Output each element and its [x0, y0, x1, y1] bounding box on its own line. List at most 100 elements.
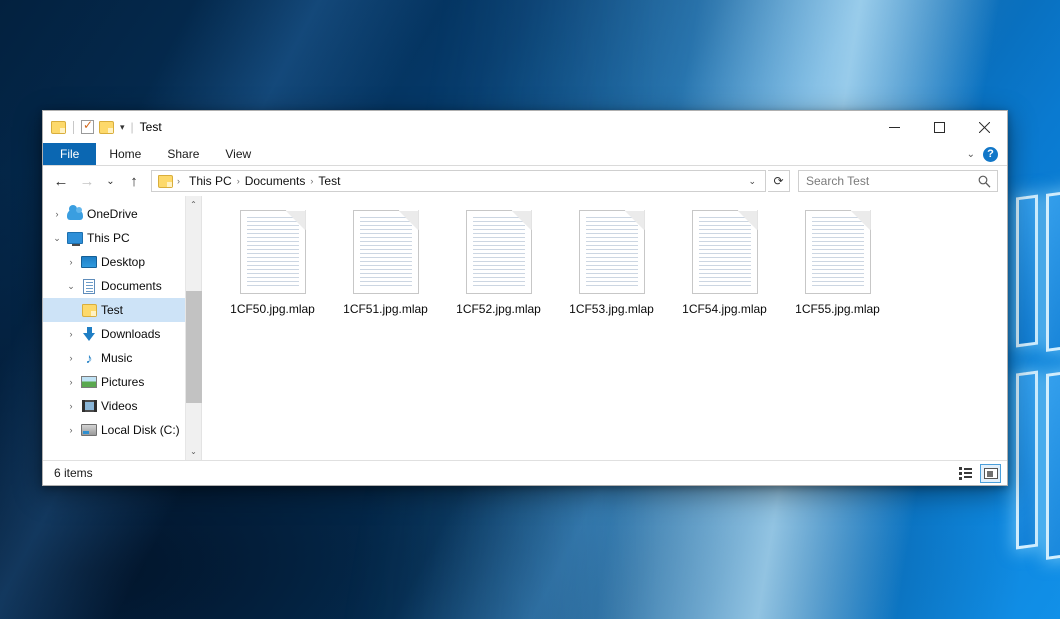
forward-button: →: [75, 169, 99, 193]
sidebar-scrollbar[interactable]: ⌃ ⌄: [185, 196, 201, 460]
file-name: 1CF52.jpg.mlap: [456, 302, 541, 316]
scrollbar-track[interactable]: [186, 213, 202, 443]
sidebar-item-label: Videos: [99, 399, 137, 413]
expand-ribbon-chevron-icon[interactable]: ⌄: [967, 149, 975, 160]
sidebar-item-label: Desktop: [99, 255, 145, 269]
sidebar-item-label: Downloads: [99, 327, 160, 341]
sidebar-item-test[interactable]: Test: [43, 298, 185, 322]
sidebar-item-label: Pictures: [99, 375, 144, 389]
breadcrumb-folder-icon: [158, 175, 173, 188]
window-body: › OneDrive ⌄ This PC › Desktop: [43, 196, 1007, 460]
windows-logo-pane-top-right: [1046, 178, 1060, 352]
expander-icon[interactable]: ›: [49, 209, 65, 219]
generic-document-icon: [805, 210, 871, 294]
large-icons-view-icon: [984, 468, 998, 479]
search-input[interactable]: [806, 174, 978, 188]
address-dropdown-chevron-icon[interactable]: ⌄: [743, 176, 761, 187]
expander-icon[interactable]: ›: [63, 329, 79, 339]
minimize-button[interactable]: [872, 111, 917, 143]
sidebar-item-label: This PC: [85, 231, 130, 245]
desktop-icon: [79, 256, 99, 268]
sidebar-item-pictures[interactable]: › Pictures: [43, 370, 185, 394]
expander-icon[interactable]: ›: [63, 353, 79, 363]
expander-icon[interactable]: ›: [63, 377, 79, 387]
desktop: ▾ | Test: [0, 0, 1060, 619]
file-grid: 1CF50.jpg.mlap 1CF51.jpg.mlap 1CF52.jpg.…: [216, 210, 1007, 316]
up-button[interactable]: ↑: [122, 169, 146, 193]
sidebar-item-this-pc[interactable]: ⌄ This PC: [43, 226, 185, 250]
toolbar-divider: [73, 121, 74, 134]
sidebar-item-downloads[interactable]: › Downloads: [43, 322, 185, 346]
breadcrumb-separator: ›: [173, 176, 184, 186]
tab-file[interactable]: File: [43, 143, 96, 165]
breadcrumb-test[interactable]: Test: [313, 174, 345, 188]
tab-share[interactable]: Share: [154, 143, 212, 165]
address-bar[interactable]: › This PC › Documents › Test ⌄: [151, 170, 766, 192]
generic-document-icon: [353, 210, 419, 294]
tab-home[interactable]: Home: [96, 143, 154, 165]
title-bar: ▾ | Test: [43, 111, 1007, 143]
disk-icon: [79, 424, 99, 436]
sidebar-item-desktop[interactable]: › Desktop: [43, 250, 185, 274]
list-item[interactable]: 1CF51.jpg.mlap: [329, 210, 442, 316]
breadcrumb-this-pc[interactable]: This PC: [184, 174, 237, 188]
expander-icon[interactable]: ›: [63, 401, 79, 411]
cloud-icon: [65, 209, 85, 220]
customize-chevron-icon[interactable]: ▾: [120, 122, 125, 133]
file-name: 1CF51.jpg.mlap: [343, 302, 428, 316]
file-name: 1CF53.jpg.mlap: [569, 302, 654, 316]
close-icon: [979, 122, 990, 133]
window-title: Test: [140, 120, 162, 134]
tab-view[interactable]: View: [212, 143, 264, 165]
scrollbar-thumb[interactable]: [186, 291, 202, 403]
refresh-button[interactable]: ⟳: [768, 170, 790, 192]
documents-icon: [79, 279, 99, 294]
list-item[interactable]: 1CF54.jpg.mlap: [668, 210, 781, 316]
sidebar-item-label: Documents: [99, 279, 162, 293]
sidebar-item-music[interactable]: › ♪ Music: [43, 346, 185, 370]
help-button[interactable]: ?: [983, 147, 998, 162]
list-item[interactable]: 1CF55.jpg.mlap: [781, 210, 894, 316]
details-view-button[interactable]: [955, 464, 976, 483]
recent-locations-button[interactable]: ⌄: [101, 169, 120, 193]
monitor-icon: [65, 232, 85, 244]
sidebar-item-label: Test: [99, 303, 123, 317]
large-icons-view-button[interactable]: [980, 464, 1001, 483]
list-item[interactable]: 1CF53.jpg.mlap: [555, 210, 668, 316]
file-list-pane[interactable]: 1CF50.jpg.mlap 1CF51.jpg.mlap 1CF52.jpg.…: [201, 196, 1007, 460]
sidebar-item-videos[interactable]: › Videos: [43, 394, 185, 418]
scroll-up-arrow-icon[interactable]: ⌃: [186, 196, 202, 213]
view-toggle-group: [955, 464, 1001, 483]
status-bar: 6 items: [43, 460, 1007, 485]
windows-logo-pane-bottom-left: [1016, 371, 1038, 550]
generic-document-icon: [579, 210, 645, 294]
list-item[interactable]: 1CF50.jpg.mlap: [216, 210, 329, 316]
sidebar-item-label: Local Disk (C:): [99, 423, 180, 437]
ribbon-right-controls: ⌄ ?: [967, 143, 1007, 165]
details-view-icon: [959, 467, 972, 480]
expander-icon[interactable]: ⌄: [63, 281, 79, 292]
breadcrumb-documents[interactable]: Documents: [240, 174, 311, 188]
scroll-down-arrow-icon[interactable]: ⌄: [186, 443, 202, 460]
breadcrumb: › This PC › Documents › Test: [157, 174, 743, 188]
list-item[interactable]: 1CF52.jpg.mlap: [442, 210, 555, 316]
expander-icon[interactable]: ⌄: [49, 233, 65, 244]
windows-logo-pane-top-left: [1016, 195, 1038, 348]
expander-icon[interactable]: ›: [63, 257, 79, 267]
maximize-button[interactable]: [917, 111, 962, 143]
sidebar-item-documents[interactable]: ⌄ Documents: [43, 274, 185, 298]
music-icon: ♪: [79, 351, 99, 365]
close-button[interactable]: [962, 111, 1007, 143]
new-folder-icon[interactable]: [99, 121, 114, 134]
file-name: 1CF54.jpg.mlap: [682, 302, 767, 316]
expander-icon[interactable]: ›: [63, 425, 79, 435]
folder-tree: › OneDrive ⌄ This PC › Desktop: [43, 196, 185, 460]
sidebar-item-onedrive[interactable]: › OneDrive: [43, 202, 185, 226]
folder-icon[interactable]: [51, 121, 66, 134]
sidebar-item-local-disk[interactable]: › Local Disk (C:): [43, 418, 185, 442]
search-box[interactable]: [798, 170, 998, 192]
download-icon: [79, 327, 99, 341]
maximize-icon: [934, 122, 945, 133]
properties-icon[interactable]: [81, 120, 94, 134]
back-button[interactable]: ←: [49, 169, 73, 193]
